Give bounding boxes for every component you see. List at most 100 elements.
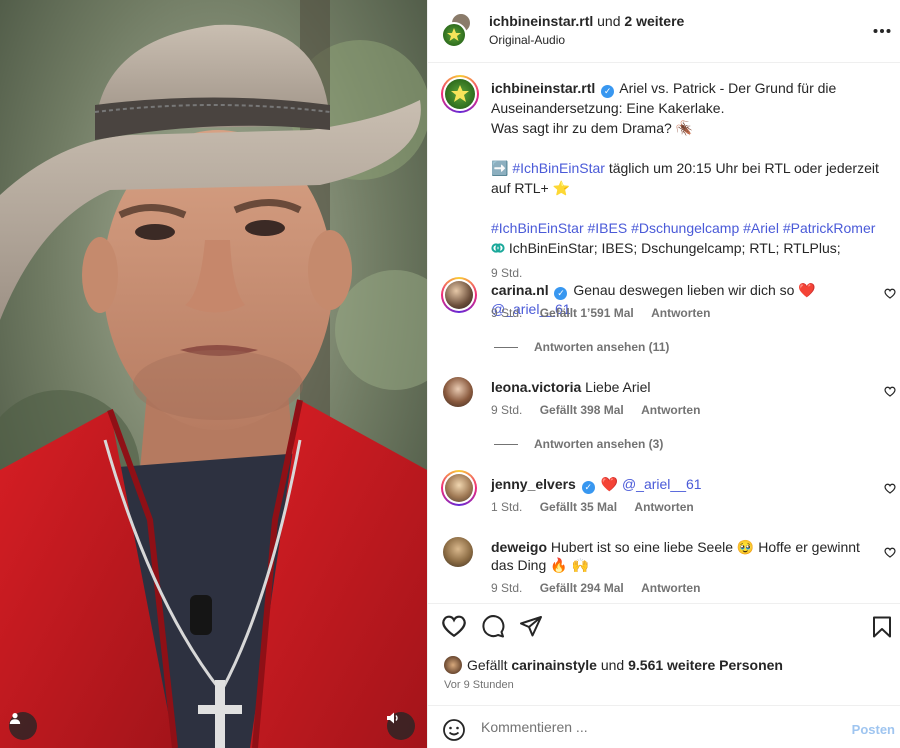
collab-avatars[interactable]	[441, 12, 475, 48]
comment-avatar-ring[interactable]	[441, 470, 477, 506]
caption-avatar-ring[interactable]	[441, 75, 479, 113]
comment-text: ❤️	[600, 476, 622, 492]
caption-username[interactable]: ichbineinstar.rtl	[491, 80, 595, 96]
likes-mid: und	[600, 657, 625, 673]
more-options-button[interactable]	[873, 18, 891, 38]
verified-badge-icon: ✓	[554, 287, 568, 300]
comment: deweigo Hubert ist so eine liebe Seele 🥹…	[491, 538, 871, 574]
hashtags-line[interactable]: #IchBinEinStar #IBES #Dschungelcamp #Ari…	[491, 218, 886, 238]
view-replies-button[interactable]: Antworten ansehen (3)	[494, 437, 663, 451]
comment-username[interactable]: leona.victoria	[491, 379, 581, 395]
post-actions	[441, 614, 543, 642]
likes-summary: Gefällt carinainstyle und 9.561 weitere …	[444, 656, 783, 674]
view-replies-button[interactable]: Antworten ansehen (11)	[494, 340, 669, 354]
comment-avatar-ring[interactable]	[441, 277, 477, 313]
verified-badge-icon: ✓	[601, 85, 615, 98]
comment-likes[interactable]: Gefällt 35 Mal	[540, 500, 617, 514]
view-replies-label: Antworten ansehen (11)	[534, 340, 670, 354]
video-frame	[0, 0, 427, 748]
and-label: und	[597, 13, 621, 29]
comment-username[interactable]: jenny_elvers	[491, 476, 576, 492]
heart-outline-icon	[884, 288, 896, 299]
comment-time: 9 Std.	[491, 306, 523, 320]
avatar	[445, 281, 473, 309]
tagged-users-button[interactable]	[9, 712, 37, 740]
save-button[interactable]	[872, 616, 892, 641]
comment-button[interactable]	[481, 614, 505, 642]
divider	[428, 603, 900, 604]
caption-line-2: Was sagt ihr zu dem Drama? 🪳	[491, 120, 694, 136]
comment-time: 9 Std.	[491, 581, 523, 595]
share-button[interactable]	[519, 614, 543, 642]
comment-input[interactable]	[481, 716, 821, 738]
speaker-icon	[387, 712, 398, 724]
reply-button[interactable]: Antworten	[641, 581, 700, 595]
post-header: ichbineinstar.rtl und 2 weitere Original…	[428, 0, 900, 63]
arrow-right-icon: ➡️	[491, 160, 509, 176]
post-details-panel: ichbineinstar.rtl und 2 weitere Original…	[427, 0, 900, 748]
comment-like-button[interactable]	[884, 385, 896, 400]
comment-likes[interactable]: Gefällt 294 Mal	[540, 581, 624, 595]
comment-like-button[interactable]	[884, 546, 896, 561]
comment-meta: 9 Std. Gefällt 1’591 Mal Antworten	[491, 306, 710, 320]
comment-likes[interactable]: Gefällt 398 Mal	[540, 403, 624, 417]
smiley-icon	[443, 719, 465, 741]
comment-composer: Posten	[428, 706, 900, 748]
comment-time: 9 Std.	[491, 403, 523, 417]
hashtag-link[interactable]: #IchBinEinStar	[512, 160, 605, 176]
heart-icon	[442, 615, 466, 638]
comment-like-button[interactable]	[884, 482, 896, 497]
comment-meta: 9 Std. Gefällt 398 Mal Antworten	[491, 403, 700, 417]
avatar	[444, 656, 462, 674]
post-timestamp: Vor 9 Stunden	[444, 679, 514, 691]
avatar	[441, 22, 467, 48]
reply-button[interactable]: Antworten	[634, 500, 693, 514]
reply-button[interactable]: Antworten	[641, 403, 700, 417]
video-player[interactable]	[0, 0, 427, 748]
audio-link[interactable]: Original-Audio	[489, 33, 565, 47]
comment-like-button[interactable]	[884, 287, 896, 302]
emoji-picker-button[interactable]	[442, 718, 466, 745]
post-dialog: ichbineinstar.rtl und 2 weitere Original…	[0, 0, 900, 748]
likes-count-link[interactable]: 9.561 weitere Personen	[628, 657, 783, 673]
heart-outline-icon	[884, 386, 896, 397]
link-chain-icon	[491, 243, 505, 253]
author-username[interactable]: ichbineinstar.rtl	[489, 13, 593, 29]
comment-username[interactable]: deweigo	[491, 539, 547, 555]
comment-text: Liebe Ariel	[585, 379, 651, 395]
like-button[interactable]	[441, 614, 467, 642]
post-comment-button[interactable]: Posten	[852, 722, 895, 737]
comment: jenny_elvers ✓ ❤️ @_ariel__61	[491, 475, 871, 494]
mention-link[interactable]: @_ariel__61	[622, 476, 702, 492]
post-caption: ichbineinstar.rtl ✓ Ariel vs. Patrick - …	[491, 78, 886, 283]
likes-prefix: Gefällt	[467, 657, 508, 673]
paper-plane-icon	[520, 616, 542, 637]
star-logo-icon	[451, 85, 469, 102]
avatar	[445, 474, 473, 502]
likes-user-link[interactable]: carinainstyle	[511, 657, 597, 673]
view-replies-label: Antworten ansehen (3)	[534, 437, 664, 451]
comment-text: Genau deswegen lieben wir dich so ❤️	[573, 282, 816, 298]
comment: leona.victoria Liebe Ariel	[491, 378, 871, 396]
avatar[interactable]	[443, 537, 473, 567]
collaborators-link[interactable]: 2 weitere	[624, 13, 684, 29]
comment-time: 1 Std.	[491, 500, 523, 514]
comment-username[interactable]: carina.nl	[491, 282, 549, 298]
heart-outline-icon	[884, 483, 896, 494]
comment-text: Hubert ist so eine liebe Seele 🥹 Hoffe e…	[491, 539, 860, 573]
reply-button[interactable]: Antworten	[651, 306, 710, 320]
comment-bubble-icon	[482, 615, 505, 638]
comment-likes[interactable]: Gefällt 1’591 Mal	[540, 306, 634, 320]
location-tags: IchBinEinStar; IBES; Dschungelcamp; RTL;…	[508, 240, 841, 256]
more-horizontal-icon	[873, 29, 891, 33]
comment-meta: 1 Std. Gefällt 35 Mal Antworten	[491, 500, 694, 514]
heart-outline-icon	[884, 547, 896, 558]
avatar	[445, 79, 475, 109]
comment-meta: 9 Std. Gefällt 294 Mal Antworten	[491, 581, 700, 595]
post-author-line: ichbineinstar.rtl und 2 weitere	[489, 13, 684, 29]
bookmark-icon	[873, 616, 891, 638]
mute-toggle-button[interactable]	[387, 712, 415, 740]
avatar[interactable]	[443, 377, 473, 407]
divider	[494, 443, 518, 445]
divider	[494, 346, 518, 348]
